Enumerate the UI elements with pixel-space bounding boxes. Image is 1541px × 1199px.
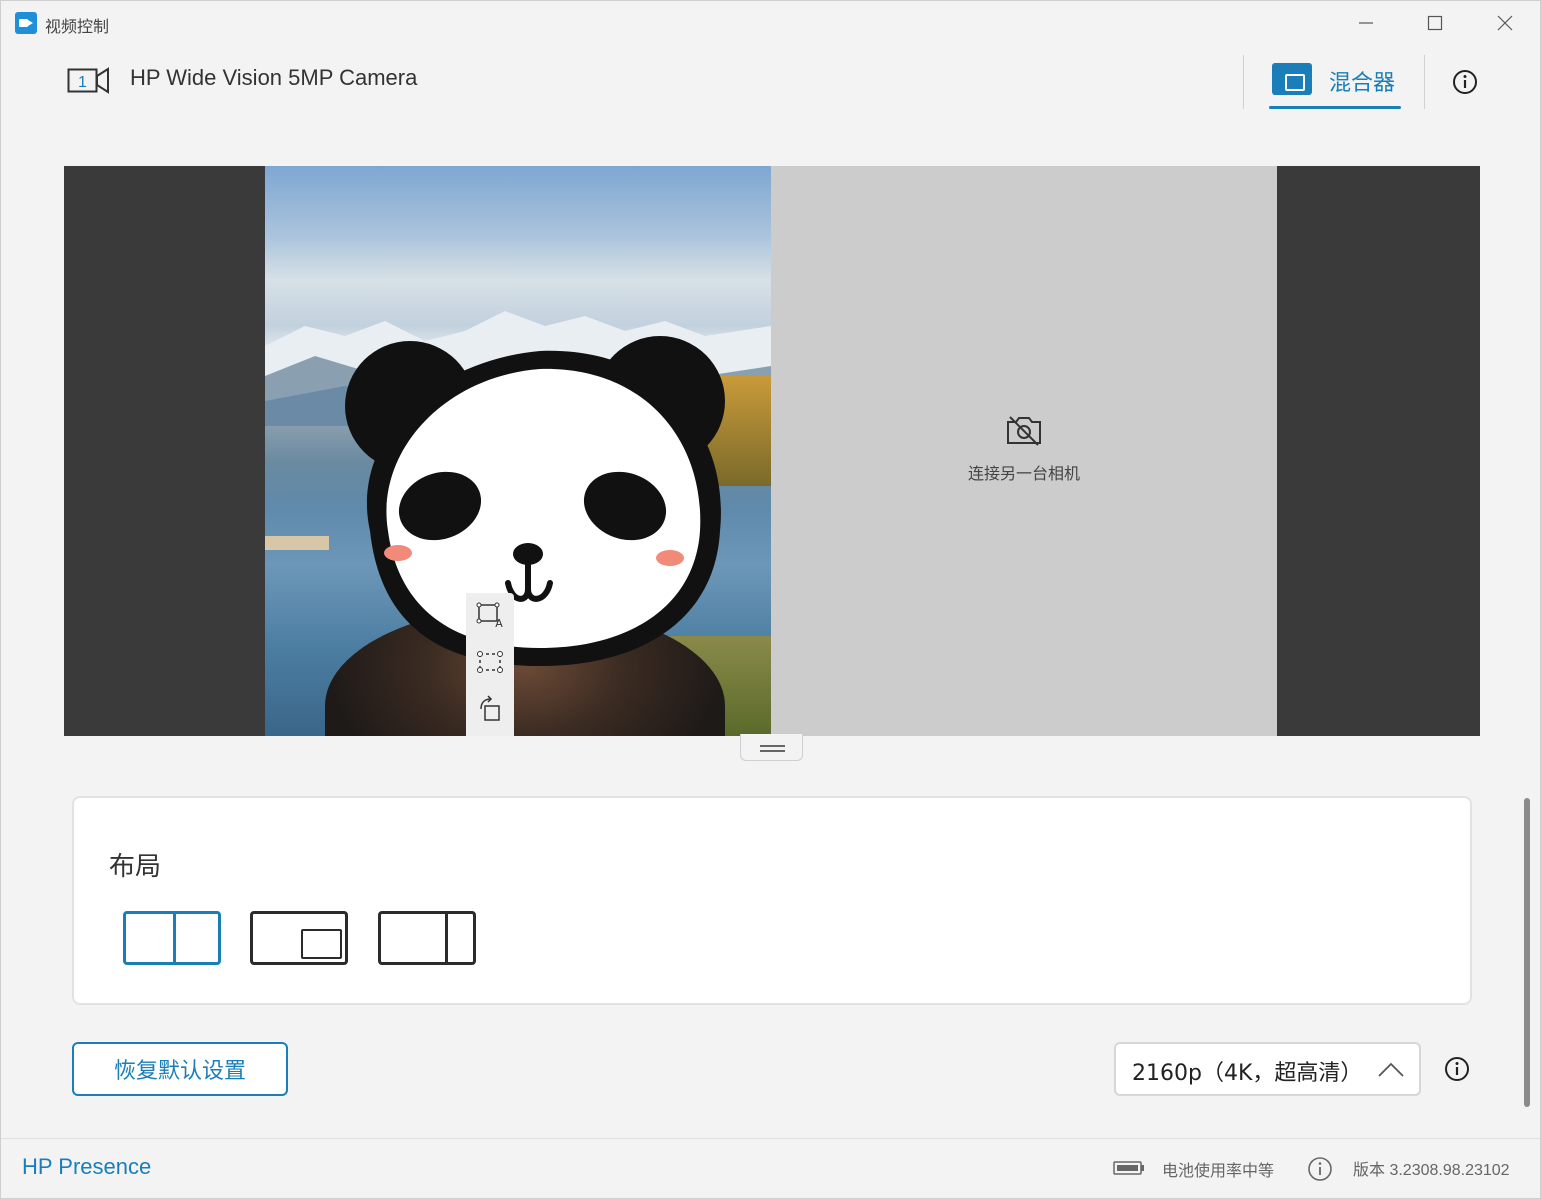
camera-header: 1 HP Wide Vision 5MP Camera 混合器 [1,45,1540,121]
video-preview: A 连接另一台相机 PDF [64,166,1480,736]
rotate-icon[interactable] [476,695,504,723]
resolution-value: 2160p（4K，超高清） [1132,1061,1363,1086]
version-text: 版本 3.2308.98.23102 [1353,1162,1510,1179]
title-bar: 视频控制 [1,1,1540,45]
window-title: 视频控制 [45,17,110,36]
reset-defaults-button[interactable]: 恢复默认设置 [72,1042,288,1096]
camera-name: HP Wide Vision 5MP Camera [130,65,418,90]
close-icon [1497,15,1513,31]
camera-feed-secondary[interactable]: 连接另一台相机 [771,166,1277,736]
split-divider [445,914,448,962]
about-button[interactable] [1452,69,1478,99]
video-app-icon [15,12,37,34]
resolution-info-button[interactable] [1444,1056,1470,1086]
connect-camera-text[interactable]: 连接另一台相机 [771,460,1277,484]
battery-info-button[interactable] [1307,1156,1333,1186]
header-divider [1424,55,1425,109]
camera-number: 1 [78,74,87,91]
scrollbar[interactable] [1524,798,1530,1107]
maximize-icon [1427,15,1443,31]
panda-face-sticker [345,336,725,666]
resolution-select[interactable]: 2160p（4K，超高清） [1114,1042,1421,1096]
camera-off-icon [1007,416,1041,446]
chevron-up-icon [1378,1062,1404,1077]
camera-number-icon: 1 [67,67,109,94]
preview-resize-handle[interactable] [740,734,803,761]
feed-tool-strip: A [466,593,514,736]
brand-name: HP Presence [22,1154,152,1179]
pier [265,536,329,550]
layout-option-split-wide[interactable] [378,911,476,965]
camera-feed-primary[interactable]: A [265,166,771,736]
tab-mixer[interactable]: 混合器 [1269,55,1401,109]
camera-selector[interactable]: 1 [67,67,111,99]
layout-title: 布局 [109,852,162,882]
info-icon [1453,70,1477,94]
minimize-button[interactable] [1331,1,1401,45]
tab-active-indicator [1269,106,1401,109]
header-divider [1243,55,1244,109]
mixer-icon [1272,63,1312,95]
tab-mixer-label: 混合器 [1329,71,1396,96]
layout-option-picture-in-picture[interactable] [250,911,348,965]
battery-status: 电池使用率中等 [1162,1161,1275,1180]
close-button[interactable] [1470,1,1540,45]
info-icon [1445,1057,1469,1081]
manual-frame-icon[interactable] [476,648,504,676]
auto-frame-icon[interactable]: A [476,601,504,629]
footer: HP Presence 电池使用率中等 版本 3.2308.98.23102 [1,1138,1540,1198]
info-icon [1308,1157,1332,1181]
app-window: 视频控制 1 HP Wide Vision 5MP Camera 混合器 A 连… [0,0,1541,1199]
layout-option-split-half[interactable] [123,911,221,965]
battery-icon [1113,1161,1144,1175]
split-divider [173,914,176,962]
svg-text:A: A [495,617,503,629]
pip-window [301,929,342,959]
maximize-button[interactable] [1400,1,1470,45]
layout-panel: 布局 [72,796,1472,1005]
minimize-icon [1359,22,1373,24]
